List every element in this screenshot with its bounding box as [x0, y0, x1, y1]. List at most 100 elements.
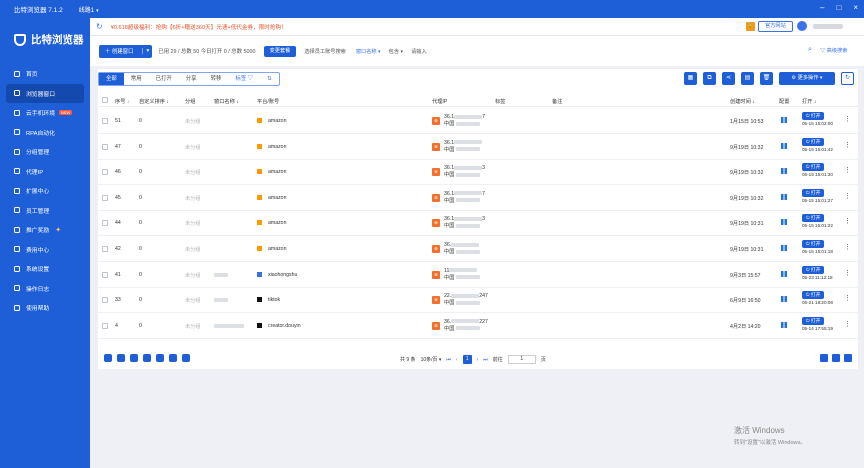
- tab-tags[interactable]: 标签 ▽: [228, 73, 260, 85]
- line-selector[interactable]: 线路1 ▾: [79, 5, 99, 14]
- row-checkbox[interactable]: [102, 297, 108, 304]
- sidebar-item-rpa[interactable]: RPA自动化: [0, 123, 90, 143]
- open-button[interactable]: 打开: [802, 291, 825, 300]
- grid-icon[interactable]: ▦: [684, 72, 697, 85]
- collapse-icon[interactable]: [820, 354, 828, 362]
- open-button[interactable]: 打开: [802, 137, 825, 146]
- col-open[interactable]: 打开 ↓: [802, 98, 816, 105]
- batch-close-icon[interactable]: [117, 354, 125, 362]
- copy-icon[interactable]: ⧉: [703, 72, 716, 85]
- sidebar-item-proxy[interactable]: 代理IP: [0, 162, 90, 182]
- sidebar-item-referral[interactable]: 推广奖励 ✦: [0, 220, 90, 240]
- more-icon[interactable]: ⋮: [844, 243, 851, 251]
- contains-select[interactable]: 包含 ▾: [389, 48, 403, 55]
- batch-delete-icon[interactable]: [169, 354, 177, 362]
- row-checkbox[interactable]: [102, 169, 108, 176]
- tab-common[interactable]: 常用: [124, 73, 149, 85]
- row-checkbox[interactable]: [102, 271, 108, 278]
- batch-open-icon[interactable]: [104, 354, 112, 362]
- more-icon[interactable]: ⋮: [844, 141, 851, 149]
- goto-page-input[interactable]: 1: [507, 355, 536, 364]
- open-button[interactable]: 打开: [802, 316, 825, 325]
- row-checkbox[interactable]: [102, 118, 108, 124]
- row-checkbox[interactable]: [102, 143, 108, 150]
- tab-shared[interactable]: 分享: [179, 73, 204, 85]
- more-icon[interactable]: ⋮: [844, 192, 851, 200]
- sidebar-item-help[interactable]: 使用帮助: [0, 298, 90, 318]
- layout-icon[interactable]: ▤: [741, 72, 754, 85]
- open-button[interactable]: 打开: [802, 240, 825, 248]
- search-icon[interactable]: ⌕: [808, 46, 812, 54]
- create-window-button[interactable]: ＋ 创建窗口 ▾: [99, 44, 153, 58]
- batch-export-icon[interactable]: [130, 354, 138, 362]
- open-button[interactable]: 打开: [802, 163, 825, 172]
- current-page[interactable]: 1: [462, 355, 472, 364]
- create-window-label[interactable]: ＋ 创建窗口: [99, 47, 142, 55]
- more-actions-button[interactable]: ⚙ 更多操作 ▾: [779, 72, 835, 85]
- open-button[interactable]: 打开: [802, 265, 825, 274]
- name-filter-select[interactable]: 窗口名称 ▾: [356, 48, 381, 55]
- tab-transferred[interactable]: 转移: [204, 73, 229, 85]
- delete-icon[interactable]: 🗑: [760, 72, 773, 85]
- username[interactable]: [813, 24, 843, 29]
- batch-copy-icon[interactable]: [156, 354, 164, 362]
- promo-message[interactable]: ¥0.618超级福利：抢购【6折+赠送360天】光速+低代金券，限时抢购！: [111, 23, 287, 31]
- table-row[interactable]: 4 0 未分组 creator.douyin ⊕ 36. 227 中国 4月2日 1…: [98, 313, 858, 339]
- row-checkbox[interactable]: [102, 322, 108, 329]
- table-row[interactable]: 44 0 未分组 amazon ⊕ 36.1 3 中国 9月19日 10:31 打开…: [98, 210, 858, 237]
- first-page-icon[interactable]: ⏮: [446, 357, 451, 363]
- maximize-button[interactable]: □: [836, 3, 841, 13]
- table-row[interactable]: 46 0 未分组 amazon ⊕ 36.1 3 中国 9月19日 10:32 打开…: [98, 159, 858, 186]
- prev-page-icon[interactable]: ‹: [456, 357, 458, 363]
- col-window-name[interactable]: 窗口名称 ↓: [214, 98, 239, 105]
- tab-opened[interactable]: 已打开: [149, 73, 179, 85]
- open-button[interactable]: 打开: [802, 188, 825, 197]
- chevron-down-icon[interactable]: ▾: [142, 48, 152, 54]
- row-checkbox[interactable]: [102, 246, 108, 252]
- table-row[interactable]: 47 0 未分组 amazon ⊕ 36.1中国 9月19日 10:32 打开0…: [98, 134, 858, 160]
- refresh-icon[interactable]: ↻: [841, 72, 854, 85]
- row-checkbox[interactable]: [102, 220, 108, 227]
- col-custom-sort[interactable]: 自定义排序 ↓: [139, 98, 169, 105]
- sidebar-item-home[interactable]: 首页: [0, 64, 90, 84]
- more-icon[interactable]: ⋮: [844, 320, 851, 328]
- close-button[interactable]: ×: [853, 3, 858, 13]
- scroll-top-icon[interactable]: [844, 354, 852, 362]
- last-page-icon[interactable]: ⏭: [483, 357, 488, 363]
- col-seq[interactable]: 序号 ↓: [115, 98, 129, 105]
- staff-search-select[interactable]: 选择员工账号搜索: [304, 48, 346, 55]
- next-page-icon[interactable]: ›: [477, 357, 479, 363]
- more-icon[interactable]: ⋮: [844, 217, 851, 225]
- more-icon[interactable]: ⋮: [844, 294, 851, 302]
- change-package-button[interactable]: 变更套餐: [263, 45, 297, 57]
- expand-icon[interactable]: [832, 354, 840, 362]
- table-row[interactable]: 42 0 未分组 amazon ⊕ 36.中国 9月19日 10:31 打开05…: [98, 236, 858, 262]
- batch-trash-icon[interactable]: [182, 354, 190, 362]
- sidebar-item-extensions[interactable]: 扩展中心: [0, 181, 90, 201]
- lock-icon[interactable]: 🔒: [746, 22, 755, 31]
- sort-icon[interactable]: ⇅: [260, 73, 279, 85]
- sidebar-item-logs[interactable]: 操作日志: [0, 279, 90, 299]
- sidebar-item-staff[interactable]: 员工管理: [0, 201, 90, 221]
- open-button[interactable]: 打开: [802, 214, 825, 223]
- official-site-button[interactable]: 官方网站: [758, 21, 793, 32]
- sidebar-item-groups[interactable]: 分组管理: [0, 142, 90, 162]
- table-row[interactable]: 33 0 未分组 tiktok ⊕ 22. 247 中国 6月9日 16:50 打开…: [98, 287, 858, 314]
- tab-all[interactable]: 全部: [99, 73, 124, 85]
- more-icon[interactable]: ⋮: [844, 166, 851, 174]
- minimize-button[interactable]: –: [820, 3, 824, 13]
- search-input[interactable]: 请输入: [411, 48, 427, 55]
- avatar[interactable]: [797, 21, 807, 31]
- refresh-icon[interactable]: ↻: [96, 22, 103, 31]
- sidebar-item-settings[interactable]: 系统设置: [0, 259, 90, 279]
- sidebar-item-cloud-phone[interactable]: 云手机环境 NEW: [0, 103, 90, 123]
- more-icon[interactable]: ⋮: [844, 269, 851, 277]
- advanced-search-button[interactable]: ▽ 高级搜索: [820, 47, 847, 54]
- open-button[interactable]: 打开: [802, 112, 825, 120]
- sidebar-item-browser-windows[interactable]: 浏览器窗口: [6, 83, 84, 103]
- table-row[interactable]: 41 0 未分组 xiaohongshu ⊕ 11中国 9月3日 15:57 打…: [98, 262, 858, 288]
- batch-import-icon[interactable]: [143, 354, 151, 362]
- row-checkbox[interactable]: [102, 194, 108, 201]
- more-icon[interactable]: ⋮: [844, 115, 851, 123]
- per-page-select[interactable]: 10条/页 ▾: [421, 356, 442, 363]
